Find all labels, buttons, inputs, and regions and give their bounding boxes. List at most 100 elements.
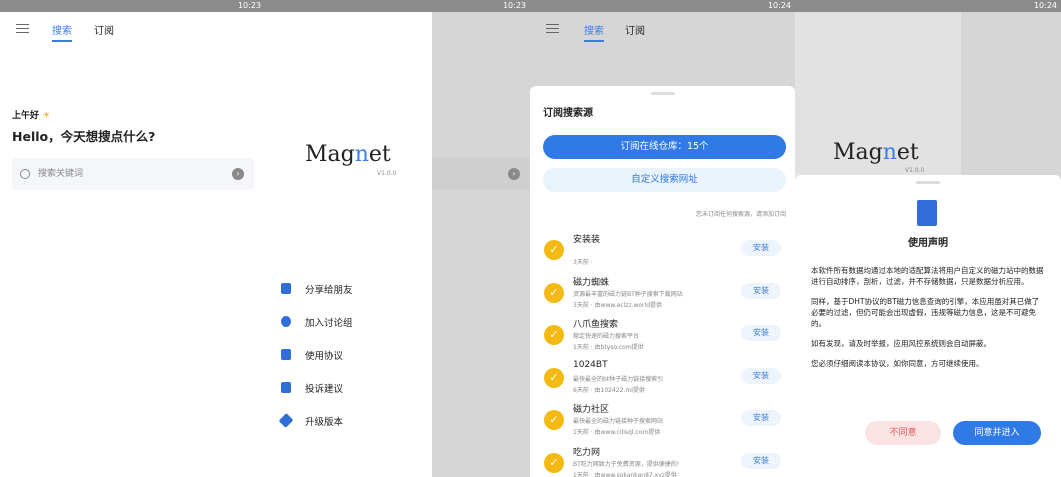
document-icon	[917, 200, 937, 226]
install-button[interactable]: 安装	[741, 282, 781, 299]
status-bar: 10:23	[0, 0, 265, 12]
home-screen: 10:23 搜索 订阅 上午好 ☀ Hello，今天想搜点什么? 搜索关键词 ›	[0, 0, 265, 477]
source-name: 八爪鱼搜索	[573, 320, 619, 330]
install-button[interactable]: 安装	[741, 367, 781, 384]
verified-badge-icon: ✓	[544, 240, 564, 260]
source-desc: BT吃力网致力于免费资源，提供便捷的!	[573, 460, 680, 468]
drawer-item-discussion[interactable]: 加入讨论组	[281, 305, 353, 338]
drawer-item-share[interactable]: 分享给朋友	[281, 272, 353, 305]
drawer-item-agreement[interactable]: 使用协议	[281, 338, 353, 371]
verified-badge-icon: ✓	[544, 410, 564, 430]
dimmed-home[interactable]: ›	[432, 0, 530, 477]
agree-button[interactable]: 同意并进入	[953, 421, 1041, 445]
status-time: 10:23	[237, 1, 261, 10]
search-icon	[20, 169, 30, 179]
greeting-text: 上午好	[12, 111, 40, 121]
source-item: ✓ 磁力蜘蛛 资源最丰富的磁力链BT种子搜索下载网站 3天前 · 由www.ec…	[530, 275, 795, 317]
rocket-icon	[278, 413, 294, 428]
agreement-paragraph: 本软件所有数据均通过本地的适配算法将用户自定义的磁力站中的数据进行自动排序，剖析…	[811, 266, 1044, 286]
drawer-menu: 分享给朋友 加入讨论组 使用协议 投诉建议 升级版本	[278, 272, 353, 437]
source-name: 1024BT	[573, 359, 608, 370]
top-tabs: 搜索 订阅	[530, 20, 795, 42]
tab-subscribe[interactable]: 订阅	[94, 22, 114, 37]
document-icon	[281, 349, 291, 360]
app-logo: Magnet	[305, 142, 391, 167]
drawer-item-label: 使用协议	[305, 350, 344, 362]
tab-subscribe[interactable]: 订阅	[625, 22, 645, 37]
agreement-paragraph: 您必须仔细阅读本协议，如你同意，方可继续使用。	[811, 359, 984, 368]
top-tabs: 搜索 订阅	[0, 20, 265, 42]
status-time: 10:24	[1033, 1, 1057, 10]
agreement-sheet: 使用声明 本软件所有数据均通过本地的适配算法将用户自定义的磁力站中的数据进行自动…	[795, 175, 1061, 477]
source-meta: 1天前 · 由www.cilisql.com提供	[573, 429, 661, 436]
status-bar: 10:23	[265, 0, 530, 12]
agreement-body: 本软件所有数据均通过本地的适配算法将用户自定义的磁力站中的数据进行自动排序，剖析…	[811, 265, 1045, 378]
source-desc: 资源最丰富的磁力链BT种子搜索下载网站	[573, 290, 683, 298]
install-button[interactable]: 安装	[741, 410, 781, 426]
app-version: V1.0.0	[905, 167, 925, 174]
source-name: 吃力网	[573, 447, 601, 458]
drawer-item-label: 分享给朋友	[305, 284, 353, 296]
chat-icon	[281, 316, 291, 327]
subscribe-sheet: 订阅搜索源 订阅在线仓库：15个 自定义搜索网址 您未订阅任何搜索源，请添加订阅…	[530, 86, 795, 477]
source-name: 磁力社区	[573, 405, 610, 415]
sun-icon: ☀	[42, 111, 51, 121]
page-title: Hello，今天想搜点什么?	[12, 129, 156, 144]
arrow-right-icon[interactable]: ›	[232, 168, 244, 180]
share-icon	[281, 283, 291, 294]
source-desc: 最快最全的bt种子磁力链接搜索引	[573, 375, 664, 383]
app-logo: Magnet	[833, 140, 919, 165]
app-version: V1.0.0	[377, 170, 397, 177]
menu-icon[interactable]	[546, 24, 559, 33]
status-time: 10:23	[502, 1, 526, 10]
drawer-screen: › 10:23 Magnet V1.0.0 分享给朋友 加入讨论组 使用协议 投…	[265, 0, 530, 477]
verified-badge-icon: ✓	[544, 367, 564, 388]
menu-icon[interactable]	[16, 24, 29, 33]
agreement-paragraph: 同样，基于DHT协议的BT磁力信息查询的引擎，本应用虽对其已做了必要的过滤，但仍…	[811, 297, 1040, 328]
search-placeholder: 搜索关键词	[38, 169, 84, 179]
source-desc: 最快最全的磁力链接种子搜索网站	[573, 418, 664, 425]
feedback-icon	[281, 382, 291, 393]
custom-search-button[interactable]: 自定义搜索网址	[543, 168, 786, 192]
tab-search[interactable]: 搜索	[52, 22, 72, 42]
search-input[interactable]: 搜索关键词 ›	[12, 158, 254, 190]
source-meta: 3天前 · 由www.eclzz.world提供	[573, 301, 663, 309]
hint-text: 您未订阅任何搜索源，请添加订阅	[695, 211, 786, 218]
source-meta: 3天前 ·	[573, 259, 593, 266]
source-item: ✓ 八爪鱼搜索 稳定快速的磁力搜索平台 1天前 · 由btyso.com提供 安…	[530, 317, 795, 359]
source-meta: 1天前 · 由www.sokankan87.xyz提供	[573, 471, 677, 477]
sheet-title: 订阅搜索源	[543, 108, 593, 119]
sheet-handle[interactable]	[650, 92, 675, 95]
disagree-button[interactable]: 不同意	[865, 421, 941, 445]
source-item: ✓ 1024BT 最快最全的bt种子磁力链接搜索引 6天前 · 由102422.…	[530, 360, 795, 402]
drawer-item-label: 加入讨论组	[305, 317, 353, 329]
source-name: 磁力蜘蛛	[573, 277, 610, 288]
source-name: 安装装	[573, 235, 601, 245]
drawer-item-feedback[interactable]: 投诉建议	[281, 371, 353, 404]
status-bar: 10:24	[795, 0, 1061, 12]
agreement-paragraph: 如有发现，请及时举报，应用风控系统则会自动屏蔽。	[811, 339, 991, 348]
agreement-screen: 10:24 Magnet V1.0.0 使用声明 本软件所有数据均通过本地的适配…	[795, 0, 1061, 477]
greeting: 上午好 ☀	[12, 108, 50, 121]
sheet-handle[interactable]	[916, 181, 940, 184]
verified-badge-icon: ✓	[544, 282, 564, 303]
install-button[interactable]: 安装	[741, 325, 781, 341]
drawer-item-upgrade[interactable]: 升级版本	[278, 404, 353, 437]
source-meta: 6天前 · 由102422.ml提供	[573, 386, 645, 394]
subscribe-screen: 10:24 搜索 订阅 订阅搜索源 订阅在线仓库：15个 自定义搜索网址 您未订…	[530, 0, 795, 477]
source-meta: 1天前 · 由btyso.com提供	[573, 344, 644, 351]
tab-search[interactable]: 搜索	[584, 22, 604, 42]
source-desc: 稳定快速的磁力搜索平台	[573, 333, 640, 340]
install-button[interactable]: 安装	[741, 452, 781, 469]
source-item: ✓ 磁力社区 最快最全的磁力链接种子搜索网站 1天前 · 由www.cilisq…	[530, 402, 795, 444]
source-item: ✓ 安装装 3天前 · 安装	[530, 232, 795, 274]
install-button[interactable]: 安装	[741, 240, 781, 256]
verified-badge-icon: ✓	[544, 325, 564, 345]
drawer-item-label: 升级版本	[305, 416, 344, 428]
source-item: ✓ 吃力网 BT吃力网致力于免费资源，提供便捷的! 1天前 · 由www.sok…	[530, 445, 795, 477]
status-time: 10:24	[767, 1, 791, 10]
drawer-item-label: 投诉建议	[305, 383, 344, 395]
agreement-title: 使用声明	[908, 238, 948, 249]
subscribe-online-button[interactable]: 订阅在线仓库：15个	[543, 135, 786, 159]
status-bar: 10:24	[530, 0, 795, 12]
